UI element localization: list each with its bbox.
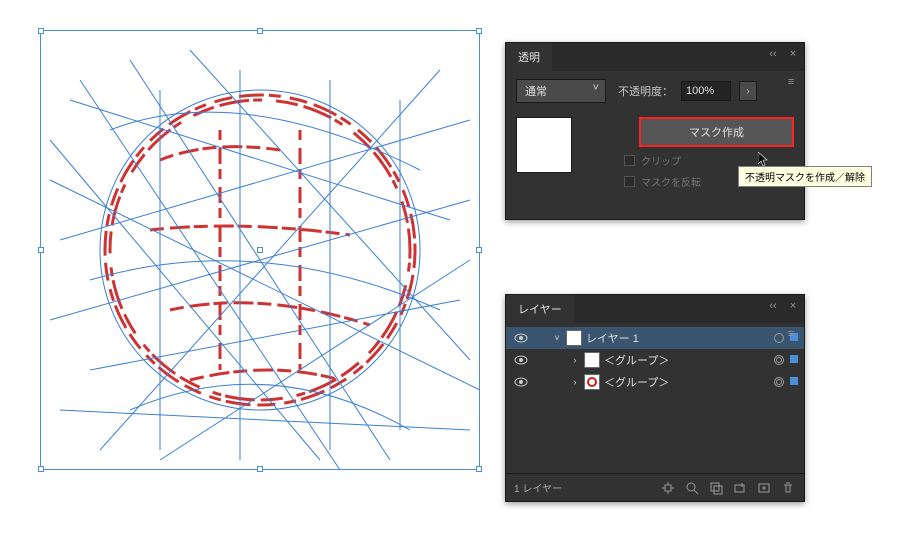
selection-indicator [790, 377, 798, 385]
layer-thumbnail[interactable] [566, 330, 582, 346]
layer-thumbnail[interactable] [584, 352, 600, 368]
visibility-toggle[interactable] [512, 333, 530, 343]
make-mask-button[interactable]: マスク作成 [639, 117, 794, 147]
handle-sw[interactable] [38, 466, 44, 472]
visibility-toggle[interactable] [512, 377, 530, 387]
layer-count-label: 1 レイヤー [514, 480, 562, 495]
new-sublayer-icon[interactable] [732, 480, 748, 496]
panel-tabbar: レイヤー ‹‹ × [506, 295, 804, 323]
object-thumbnail[interactable] [516, 117, 572, 173]
selection-indicator [790, 355, 798, 363]
panel-menu-icon[interactable]: ≡ [784, 327, 798, 341]
layer-list: ˅ レイヤー 1 › ＜グループ＞ › [506, 323, 804, 397]
collapse-icon[interactable]: ‹‹ [766, 47, 780, 61]
new-layer-icon[interactable] [756, 480, 772, 496]
disclosure-toggle[interactable]: ˅ [552, 333, 562, 343]
clip-checkbox[interactable] [624, 155, 635, 166]
target-icon[interactable] [774, 355, 784, 365]
collapse-icon[interactable]: ‹‹ [766, 299, 780, 313]
clip-label: クリップ [641, 153, 681, 168]
selection-bounding-box[interactable] [40, 30, 480, 470]
delete-icon[interactable] [780, 480, 796, 496]
handle-ne[interactable] [476, 28, 482, 34]
layers-panel: レイヤー ‹‹ × ≡ ˅ レイヤー 1 › [505, 294, 805, 502]
tab-transparency[interactable]: 透明 [506, 43, 552, 71]
disclosure-toggle[interactable]: › [570, 355, 580, 365]
close-icon[interactable]: × [786, 47, 800, 61]
layer-name-label[interactable]: ＜グループ＞ [604, 352, 768, 368]
panel-menu-icon[interactable]: ≡ [784, 75, 798, 89]
eye-icon [514, 377, 528, 387]
blend-mode-select[interactable]: 通常 [516, 79, 606, 103]
disclosure-toggle[interactable]: › [570, 377, 580, 387]
target-icon[interactable] [774, 377, 784, 387]
clipping-mask-icon[interactable] [708, 480, 724, 496]
transparency-panel: 透明 ‹‹ × ≡ 通常 不透明度： 100% › マスク作成 クリップ マスク… [505, 42, 805, 220]
canvas-area[interactable] [40, 30, 480, 470]
opacity-input[interactable]: 100% [681, 81, 731, 101]
opacity-popup-caret[interactable]: › [739, 81, 757, 101]
handle-se[interactable] [476, 466, 482, 472]
layer-row[interactable]: › ＜グループ＞ [506, 371, 804, 393]
tooltip: 不透明マスクを作成／解除 [738, 166, 872, 187]
layer-thumbnail[interactable] [584, 374, 600, 390]
invert-mask-checkbox[interactable] [624, 176, 635, 187]
invert-mask-label: マスクを反転 [641, 174, 701, 189]
panel-tabbar: 透明 ‹‹ × [506, 43, 804, 71]
eye-icon [514, 355, 528, 365]
visibility-toggle[interactable] [512, 355, 530, 365]
close-icon[interactable]: × [786, 299, 800, 313]
handle-center[interactable] [257, 247, 263, 253]
search-icon[interactable] [684, 480, 700, 496]
layer-row[interactable]: › ＜グループ＞ [506, 349, 804, 371]
layer-name-label[interactable]: レイヤー 1 [586, 330, 768, 346]
handle-w[interactable] [38, 247, 44, 253]
handle-e[interactable] [476, 247, 482, 253]
opacity-label: 不透明度： [618, 83, 673, 99]
locate-object-icon[interactable] [660, 480, 676, 496]
handle-s[interactable] [257, 466, 263, 472]
layer-name-label[interactable]: ＜グループ＞ [604, 374, 768, 390]
eye-icon [514, 333, 528, 343]
layer-row[interactable]: ˅ レイヤー 1 [506, 327, 804, 349]
target-icon[interactable] [774, 333, 784, 343]
handle-nw[interactable] [38, 28, 44, 34]
layers-footer: 1 レイヤー [506, 473, 804, 501]
handle-n[interactable] [257, 28, 263, 34]
tab-layers[interactable]: レイヤー [506, 295, 574, 323]
